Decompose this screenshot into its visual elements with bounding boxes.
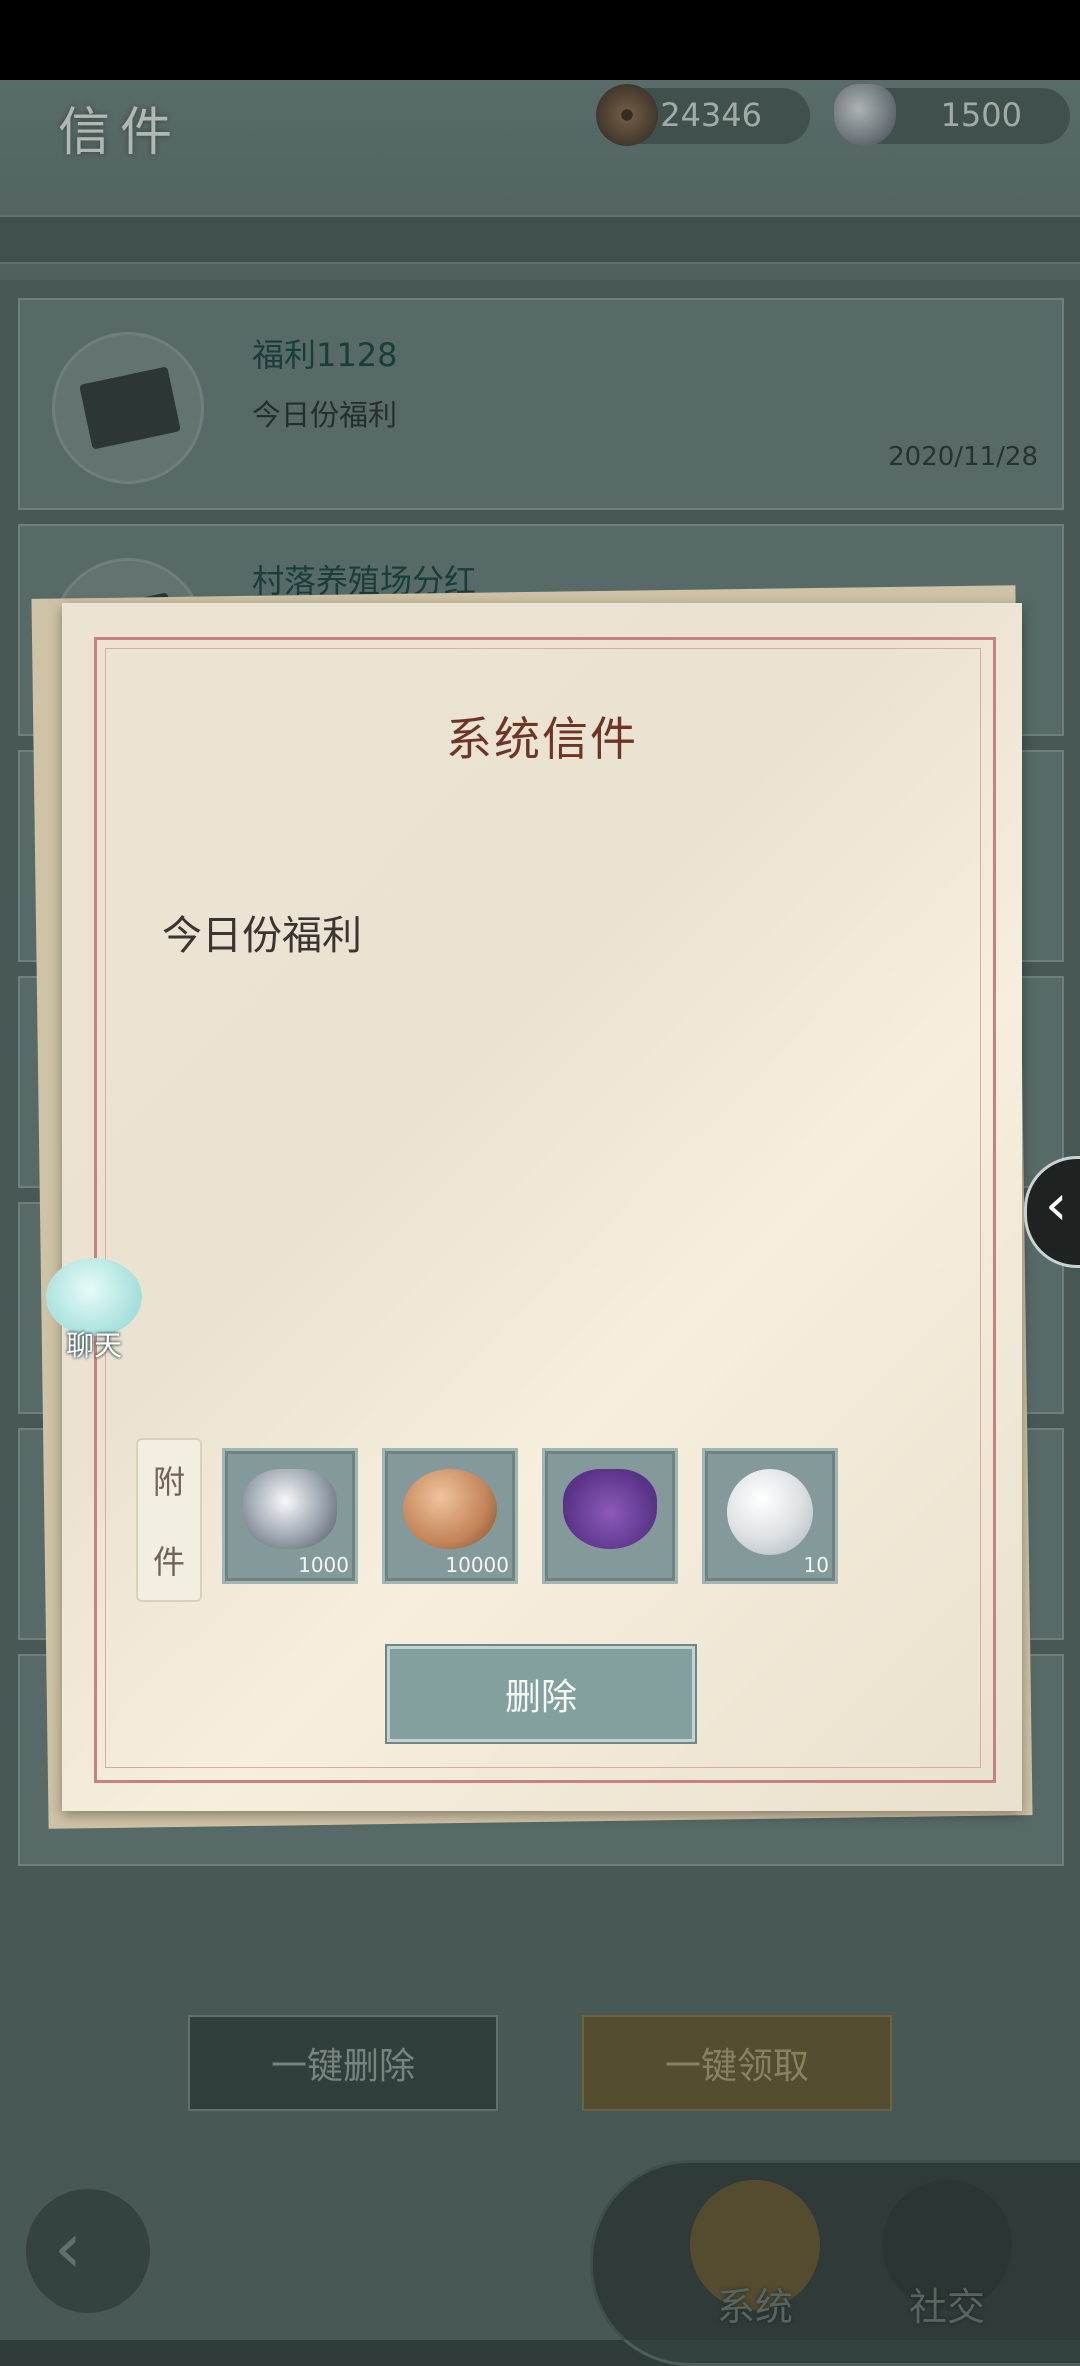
attachment-quantity: 10 — [803, 1553, 829, 1577]
attachment-item[interactable]: 10 — [702, 1448, 838, 1584]
letter-frame — [94, 637, 996, 1783]
status-bar — [0, 0, 1080, 80]
silver-ingot-icon — [243, 1469, 337, 1549]
letter-dialog: 系统信件 今日份福利 附 件 1000 10000 10 删除 — [62, 603, 1022, 1811]
attachment-label-char: 附 — [152, 1463, 185, 1501]
letter-title: 系统信件 — [446, 712, 638, 766]
copper-coin-icon — [403, 1469, 497, 1549]
attachment-label-char: 件 — [152, 1543, 185, 1581]
attachment-label: 附 件 — [136, 1438, 202, 1602]
chevron-left-icon: ‹ — [1045, 1173, 1068, 1238]
attachment-item[interactable] — [542, 1448, 678, 1584]
letter-frame-inner — [105, 648, 981, 1768]
attachment-quantity: 10000 — [445, 1553, 509, 1577]
chat-button[interactable]: 聊天 — [42, 1258, 146, 1362]
delete-button[interactable]: 删除 — [387, 1646, 695, 1742]
attachment-quantity: 1000 — [298, 1553, 349, 1577]
letter-body: 今日份福利 — [162, 913, 362, 959]
attachment-item[interactable]: 10000 — [382, 1448, 518, 1584]
attachment-item[interactable]: 1000 — [222, 1448, 358, 1584]
purple-pouch-icon — [563, 1469, 657, 1549]
chat-label: 聊天 — [65, 1329, 122, 1362]
pearl-icon — [727, 1469, 813, 1555]
